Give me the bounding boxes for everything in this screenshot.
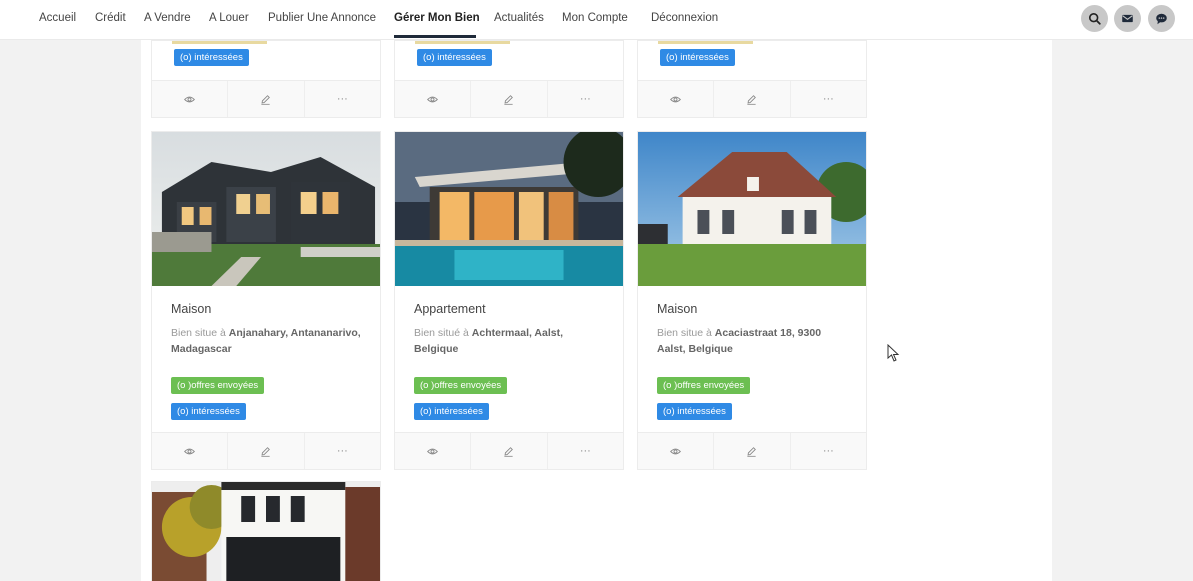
- property-card[interactable]: [151, 481, 381, 581]
- eye-icon: [184, 448, 196, 454]
- search-icon: [1088, 12, 1101, 25]
- interested-badge: (o) intéressées: [171, 403, 246, 420]
- nav-active-indicator: [394, 35, 476, 38]
- offers-badge: (o )offres envoyées: [657, 377, 751, 394]
- nav-publier-annonce[interactable]: Publier Une Annonce: [268, 12, 376, 24]
- more-button[interactable]: ···: [791, 81, 866, 117]
- chat-button[interactable]: [1148, 5, 1175, 32]
- interested-badge: (o) intéressées: [660, 49, 735, 66]
- property-type: Maison: [657, 302, 698, 316]
- nav-a-vendre[interactable]: A Vendre: [144, 12, 191, 24]
- pencil-icon: [504, 446, 514, 457]
- pencil-icon: [747, 94, 757, 105]
- card-actions: ···: [395, 432, 623, 469]
- interested-badge: (o) intéressées: [657, 403, 732, 420]
- view-button[interactable]: [638, 433, 715, 469]
- more-button[interactable]: ···: [548, 81, 623, 117]
- property-card: (o) intéressées ···: [637, 40, 867, 118]
- nav-accueil[interactable]: Accueil: [39, 12, 76, 24]
- nav-deconnexion[interactable]: Déconnexion: [651, 12, 718, 24]
- offers-badge: (o )offres envoyées: [171, 377, 265, 394]
- property-photo[interactable]: [152, 132, 380, 286]
- property-type: Appartement: [414, 302, 486, 316]
- property-card[interactable]: Maison Bien situe à Acaciastraat 18, 930…: [637, 131, 867, 470]
- more-button[interactable]: ···: [548, 433, 623, 469]
- edit-button[interactable]: [714, 81, 791, 117]
- property-type: Maison: [171, 302, 212, 316]
- chat-icon: [1156, 13, 1167, 25]
- mail-button[interactable]: [1114, 5, 1141, 32]
- edit-button[interactable]: [228, 81, 305, 117]
- interested-badge: (o) intéressées: [417, 49, 492, 66]
- eye-icon: [670, 96, 682, 102]
- edit-button[interactable]: [471, 433, 548, 469]
- mail-icon: [1122, 14, 1133, 23]
- offers-badge: (o )offres envoyées: [414, 377, 508, 394]
- eye-icon: [184, 96, 196, 102]
- interested-badge: (o) intéressées: [174, 49, 249, 66]
- card-actions: ···: [152, 80, 380, 117]
- more-button[interactable]: ···: [305, 81, 380, 117]
- view-button[interactable]: [395, 433, 472, 469]
- nav-credit[interactable]: Crédit: [95, 12, 126, 24]
- nav-a-louer[interactable]: A Louer: [209, 12, 249, 24]
- card-actions: ···: [152, 432, 380, 469]
- more-button[interactable]: ···: [305, 433, 380, 469]
- edit-button[interactable]: [714, 433, 791, 469]
- property-location: Bien situe à Acaciastraat 18, 9300 Aalst…: [657, 327, 822, 355]
- pencil-icon: [261, 94, 271, 105]
- property-location: Bien situe à Anjanahary, Antananarivo, M…: [171, 327, 361, 355]
- pencil-icon: [261, 446, 271, 457]
- property-photo[interactable]: [395, 132, 623, 286]
- pencil-icon: [504, 94, 514, 105]
- property-card[interactable]: Maison Bien situe à Anjanahary, Antanana…: [151, 131, 381, 470]
- nav-gerer-mon-bien[interactable]: Gérer Mon Bien: [394, 12, 480, 24]
- view-button[interactable]: [395, 81, 472, 117]
- eye-icon: [670, 448, 682, 454]
- edit-button[interactable]: [471, 81, 548, 117]
- card-actions: ···: [638, 432, 866, 469]
- card-actions: ···: [638, 80, 866, 117]
- view-button[interactable]: [638, 81, 715, 117]
- nav-actualites[interactable]: Actualités: [494, 12, 544, 24]
- nav-mon-compte[interactable]: Mon Compte: [562, 12, 628, 24]
- mouse-cursor-icon: [887, 344, 900, 362]
- pencil-icon: [747, 446, 757, 457]
- property-card[interactable]: Appartement Bien situé à Achtermaal, Aal…: [394, 131, 624, 470]
- property-photo[interactable]: [638, 132, 866, 286]
- property-photo[interactable]: [152, 482, 380, 581]
- view-button[interactable]: [152, 81, 229, 117]
- eye-icon: [427, 96, 439, 102]
- card-actions: ···: [395, 80, 623, 117]
- eye-icon: [427, 448, 439, 454]
- property-card: (o) intéressées ···: [151, 40, 381, 118]
- more-button[interactable]: ···: [791, 433, 866, 469]
- view-button[interactable]: [152, 433, 229, 469]
- top-navbar: Accueil Crédit A Vendre A Louer Publier …: [0, 0, 1193, 40]
- interested-badge: (o) intéressées: [414, 403, 489, 420]
- edit-button[interactable]: [228, 433, 305, 469]
- property-card: (o) intéressées ···: [394, 40, 624, 118]
- search-button[interactable]: [1081, 5, 1108, 32]
- property-location: Bien situé à Achtermaal, Aalst, Belgique: [414, 327, 564, 355]
